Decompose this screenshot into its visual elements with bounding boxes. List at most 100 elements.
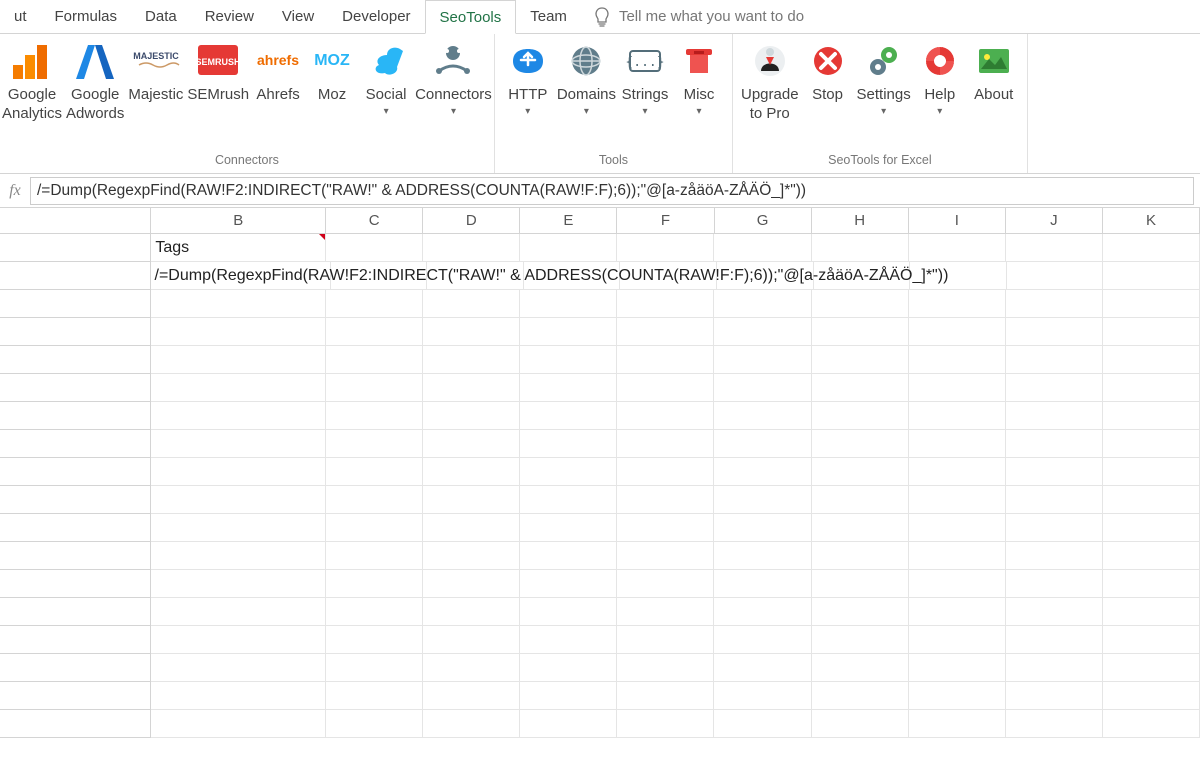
cell[interactable] [909,626,1006,654]
cell[interactable] [714,234,811,262]
misc-button[interactable]: Misc ▾ [672,38,726,117]
cell[interactable] [326,430,423,458]
cell[interactable] [812,570,909,598]
cell[interactable] [714,570,811,598]
spreadsheet-grid[interactable]: B C D E F G H I J K Tags/=Dump(RegexpFin… [0,208,1200,738]
cell[interactable] [520,318,617,346]
semrush-button[interactable]: SEMRUSH SEMrush [185,38,251,105]
cell[interactable] [909,570,1006,598]
cell[interactable] [812,290,909,318]
cell[interactable] [1006,402,1103,430]
cell[interactable] [326,290,423,318]
fx-icon[interactable]: fx [0,182,30,200]
cell[interactable] [151,654,326,682]
cell[interactable] [1007,262,1104,290]
cell[interactable] [1103,514,1200,542]
cell[interactable] [617,626,714,654]
row-header[interactable] [0,262,151,290]
cell[interactable] [909,542,1006,570]
cell[interactable] [1103,486,1200,514]
cell[interactable] [617,402,714,430]
cell[interactable] [714,710,811,738]
cell[interactable] [1103,682,1200,710]
cell[interactable] [812,654,909,682]
cell[interactable] [151,570,326,598]
row-header[interactable] [0,346,151,374]
cell[interactable] [423,626,520,654]
cell[interactable] [1006,318,1103,346]
stop-button[interactable]: Stop [801,38,855,105]
col-header-G[interactable]: G [715,208,812,233]
moz-button[interactable]: MOZ Moz [305,38,359,105]
cell[interactable] [326,374,423,402]
tab-data[interactable]: Data [131,0,191,34]
strings-button[interactable]: {...} Strings ▾ [618,38,672,117]
cell[interactable] [151,346,326,374]
cell[interactable] [326,234,423,262]
cell[interactable] [617,318,714,346]
row-header[interactable] [0,234,151,262]
cell[interactable] [151,486,326,514]
row-header[interactable] [0,542,151,570]
cell[interactable] [1103,654,1200,682]
row-header[interactable] [0,318,151,346]
cell[interactable] [520,626,617,654]
col-header-J[interactable]: J [1006,208,1103,233]
cell[interactable] [714,626,811,654]
cell[interactable] [1103,710,1200,738]
cell[interactable] [520,402,617,430]
cell[interactable] [1103,262,1200,290]
cell[interactable] [909,514,1006,542]
google-adwords-button[interactable]: Google Adwords [64,38,126,124]
cell[interactable] [617,430,714,458]
upgrade-button[interactable]: Upgrade to Pro [739,38,801,124]
cell[interactable] [714,486,811,514]
cell[interactable] [714,290,811,318]
cell[interactable] [1006,682,1103,710]
cell[interactable] [423,402,520,430]
row-header[interactable] [0,458,151,486]
cell[interactable] [423,570,520,598]
cell[interactable] [1006,598,1103,626]
col-header-I[interactable]: I [909,208,1006,233]
cell[interactable] [909,430,1006,458]
cell[interactable] [812,430,909,458]
cell[interactable] [909,346,1006,374]
google-analytics-button[interactable]: Google Analytics [0,38,64,124]
col-header-C[interactable]: C [326,208,423,233]
cell[interactable] [423,710,520,738]
col-header-F[interactable]: F [617,208,714,233]
cell[interactable] [520,710,617,738]
tab-developer[interactable]: Developer [328,0,424,34]
row-header[interactable] [0,486,151,514]
row-header[interactable] [0,290,151,318]
cell[interactable] [1006,486,1103,514]
tell-me-search[interactable]: Tell me what you want to do [593,7,804,27]
cell[interactable] [1103,346,1200,374]
cell[interactable] [617,234,714,262]
cell[interactable] [520,374,617,402]
cell[interactable] [1103,374,1200,402]
cell[interactable] [326,682,423,710]
cell[interactable] [1103,626,1200,654]
about-button[interactable]: About [967,38,1021,105]
ahrefs-button[interactable]: ahrefs Ahrefs [251,38,305,105]
cell[interactable] [714,654,811,682]
cell[interactable] [812,486,909,514]
domains-button[interactable]: Domains ▾ [555,38,618,117]
cell[interactable] [1103,430,1200,458]
cell[interactable] [617,598,714,626]
cell[interactable] [1006,570,1103,598]
cell[interactable] [714,374,811,402]
cell[interactable] [909,374,1006,402]
row-header[interactable] [0,626,151,654]
cell[interactable] [1006,710,1103,738]
cell[interactable] [520,234,617,262]
tab-seotools[interactable]: SeoTools [425,0,517,34]
cell[interactable] [151,710,326,738]
cell[interactable] [812,402,909,430]
http-button[interactable]: HTTP ▾ [501,38,555,117]
cell[interactable] [1103,318,1200,346]
help-button[interactable]: Help ▾ [913,38,967,117]
row-header[interactable] [0,430,151,458]
